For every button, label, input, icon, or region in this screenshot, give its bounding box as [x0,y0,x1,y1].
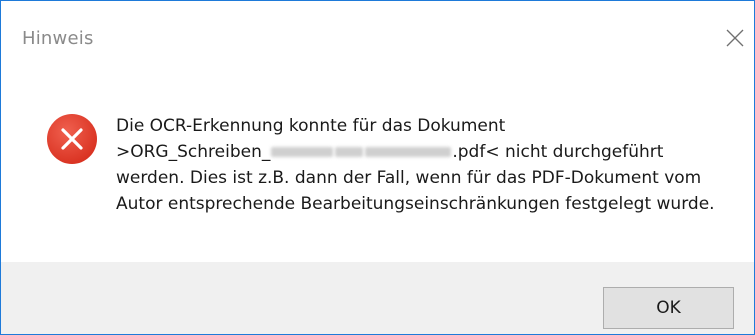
button-bar: OK [1,262,754,334]
message-line-4: Autor entsprechende Bearbeitungseinschrä… [116,194,715,214]
message-text: Die OCR-Erkennung konnte für das Dokumen… [116,113,736,217]
close-icon[interactable] [724,27,746,49]
ok-button[interactable]: OK [603,287,734,329]
filename-suffix: .pdf< nicht durchgeführt [452,142,664,162]
dialog-window: Hinweis Die OCR-Erkennung konnte für das… [0,0,755,335]
message-line-1: Die OCR-Erkennung konnte für das Dokumen… [116,116,506,136]
error-icon [46,113,98,165]
message-area: Die OCR-Erkennung konnte für das Dokumen… [1,75,754,262]
message-line-2: >ORG_Schreiben_ .pdf< nicht durchgeführt [116,139,736,165]
redacted-text [335,147,364,157]
title-bar[interactable]: Hinweis [1,1,754,75]
redacted-text [365,147,452,157]
redacted-text [271,147,334,157]
window-title: Hinweis [22,28,94,49]
message-line-3: werden. Dies ist z.B. dann der Fall, wen… [116,168,702,188]
filename-prefix: >ORG_Schreiben_ [116,142,271,162]
